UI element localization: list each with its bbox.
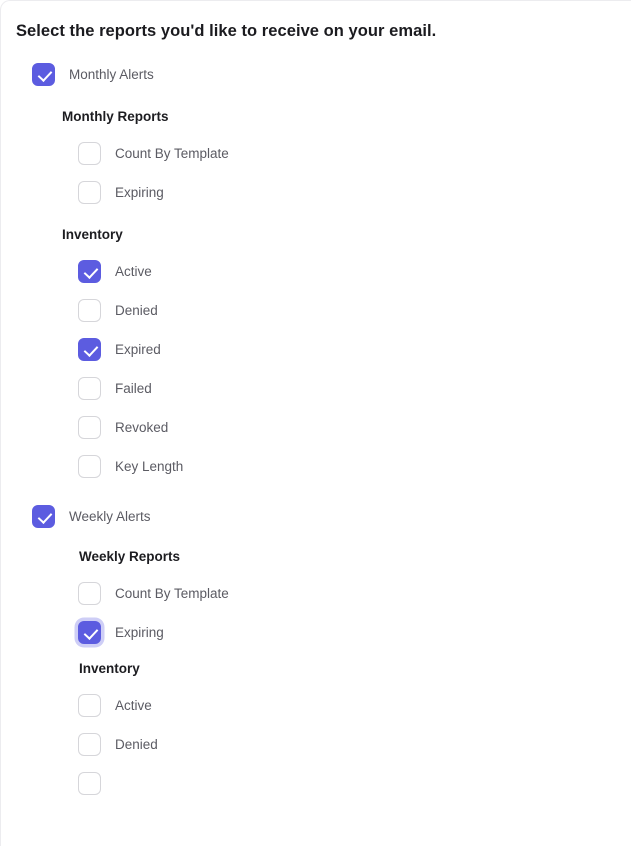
item-row-weekly-denied[interactable]: Denied (1, 729, 631, 759)
item-row-weekly-partial[interactable] (1, 768, 631, 798)
item-label-monthly-revoked: Revoked (115, 419, 169, 435)
group-heading-weekly-inventory: Inventory (79, 661, 140, 676)
checkbox-weekly-alerts[interactable] (32, 504, 55, 528)
page-title: Select the reports you'd like to receive… (16, 22, 437, 40)
item-label-weekly-expiring: Expiring (115, 624, 164, 640)
checkbox-monthly-denied[interactable] (78, 298, 101, 322)
item-row-monthly-count-by-template[interactable]: Count By Template (1, 138, 631, 168)
alert-row-monthly-alerts[interactable]: Monthly Alerts (1, 59, 631, 89)
checkbox-monthly-revoked[interactable] (78, 415, 101, 439)
alert-row-weekly-alerts[interactable]: Weekly Alerts (1, 501, 631, 531)
group-heading-weekly-reports: Weekly Reports (79, 549, 181, 564)
checkbox-monthly-alerts[interactable] (32, 62, 55, 86)
checkbox-monthly-expiring[interactable] (78, 180, 101, 204)
item-label-monthly-expired: Expired (115, 341, 161, 357)
item-row-monthly-key-length[interactable]: Key Length (1, 451, 631, 481)
item-row-monthly-expiring[interactable]: Expiring (1, 177, 631, 207)
checkbox-weekly-expiring[interactable] (78, 620, 101, 644)
item-label-monthly-denied: Denied (115, 302, 158, 318)
checkbox-monthly-count-by-template[interactable] (78, 141, 101, 165)
report-preferences-card: Select the reports you'd like to receive… (0, 0, 631, 846)
checkbox-weekly-partial[interactable] (78, 771, 101, 795)
alert-label-monthly-alerts: Monthly Alerts (69, 66, 154, 82)
item-row-monthly-expired[interactable]: Expired (1, 334, 631, 364)
checkbox-monthly-failed[interactable] (78, 376, 101, 400)
checkbox-weekly-count-by-template[interactable] (78, 581, 101, 605)
item-row-monthly-denied[interactable]: Denied (1, 295, 631, 325)
checkbox-monthly-key-length[interactable] (78, 454, 101, 478)
item-row-weekly-expiring[interactable]: Expiring (1, 617, 631, 647)
preferences-list: Monthly Alerts Monthly Reports Count By … (1, 59, 631, 798)
checkbox-monthly-expired[interactable] (78, 337, 101, 361)
group-heading-monthly-inventory: Inventory (62, 227, 123, 242)
item-row-weekly-count-by-template[interactable]: Count By Template (1, 578, 631, 608)
group-heading-monthly-reports: Monthly Reports (62, 109, 169, 124)
item-label-monthly-expiring: Expiring (115, 184, 164, 200)
item-label-monthly-active: Active (115, 263, 152, 279)
item-label-weekly-active: Active (115, 697, 152, 713)
item-label-weekly-denied: Denied (115, 736, 158, 752)
item-row-monthly-failed[interactable]: Failed (1, 373, 631, 403)
item-label-monthly-failed: Failed (115, 380, 152, 396)
item-label-weekly-count-by-template: Count By Template (115, 585, 229, 601)
alert-label-weekly-alerts: Weekly Alerts (69, 508, 151, 524)
checkbox-monthly-active[interactable] (78, 259, 101, 283)
checkbox-weekly-denied[interactable] (78, 732, 101, 756)
item-label-monthly-key-length: Key Length (115, 458, 184, 474)
checkbox-weekly-active[interactable] (78, 693, 101, 717)
item-row-weekly-active[interactable]: Active (1, 690, 631, 720)
item-row-monthly-revoked[interactable]: Revoked (1, 412, 631, 442)
item-row-monthly-active[interactable]: Active (1, 256, 631, 286)
item-label-monthly-count-by-template: Count By Template (115, 145, 229, 161)
